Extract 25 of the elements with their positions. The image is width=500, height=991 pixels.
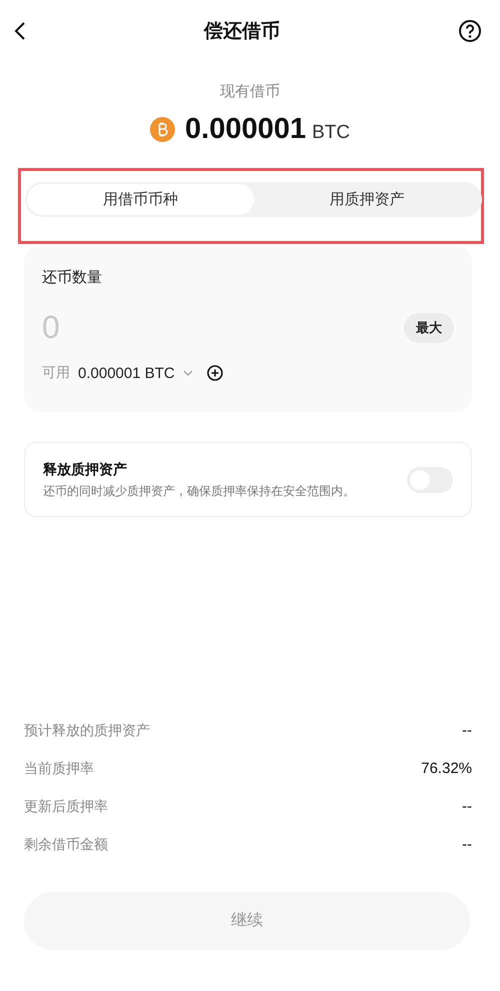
summary-value: 76.32%: [421, 760, 472, 778]
summary-value: --: [462, 722, 472, 740]
add-icon[interactable]: [206, 365, 223, 381]
loan-unit: BTC: [312, 122, 350, 144]
summary-label: 预计释放的质押资产: [24, 722, 150, 740]
available-value: 0.000001 BTC: [78, 364, 175, 382]
tab[interactable]: 用质押资产: [254, 184, 480, 215]
max-button[interactable]: 最大: [404, 312, 454, 342]
summary-value: --: [462, 836, 472, 854]
repay-label: 还币数量: [42, 268, 103, 287]
back-icon[interactable]: [14, 21, 26, 41]
summary-label: 剩余借币金额: [24, 836, 108, 854]
summary-label: 更新后质押率: [24, 798, 108, 816]
summary-value: --: [462, 798, 472, 816]
bitcoin-icon: [150, 117, 176, 142]
summary-label: 当前质押率: [24, 760, 94, 778]
release-description: 还币的同时减少质押资产，确保质押率保持在安全范围内。: [43, 483, 356, 500]
help-icon[interactable]: [458, 19, 482, 43]
loan-amount: 0.000001: [185, 113, 306, 146]
tab[interactable]: 用借币币种: [27, 184, 254, 215]
loan-label: 现有借币: [220, 82, 280, 101]
page-title: 偿还借币: [204, 19, 280, 44]
available-label: 可用: [42, 364, 70, 382]
release-title: 释放质押资产: [43, 461, 128, 479]
chevron-down-icon[interactable]: [182, 370, 193, 376]
